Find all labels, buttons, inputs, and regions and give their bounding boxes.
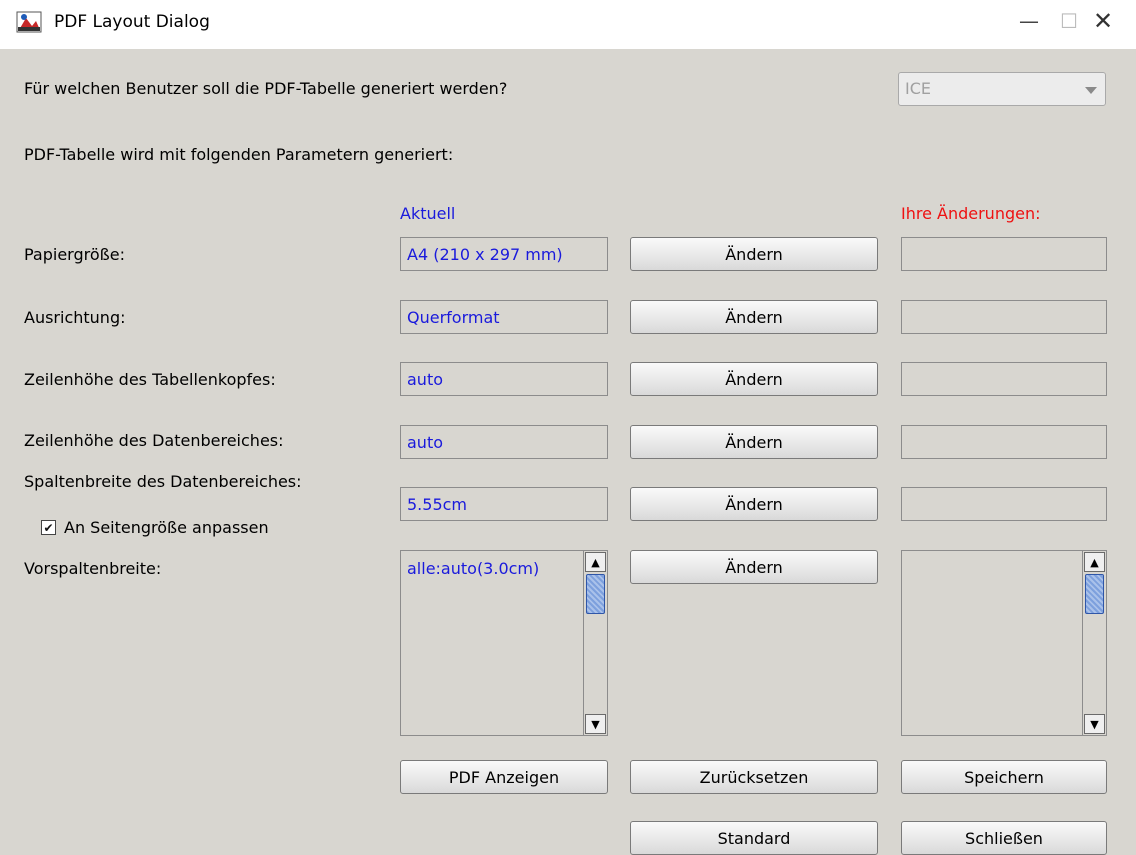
user-select[interactable]: ICE xyxy=(898,72,1106,106)
scroll-down-icon[interactable]: ▼ xyxy=(585,714,606,734)
default-button[interactable]: Standard xyxy=(630,821,878,855)
user-question-label: Für welchen Benutzer soll die PDF-Tabell… xyxy=(24,79,508,98)
stub-column-width-current: alle:auto(3.0cm) xyxy=(407,559,540,578)
header-row-height-label: Zeilenhöhe des Tabellenkopfes: xyxy=(24,370,276,389)
change-orientation-button[interactable]: Ändern xyxy=(630,300,878,334)
save-button[interactable]: Speichern xyxy=(901,760,1107,794)
params-heading: PDF-Tabelle wird mit folgenden Parameter… xyxy=(24,145,454,164)
stub-column-width-current-list[interactable]: alle:auto(3.0cm) ▲ ▼ xyxy=(400,550,608,736)
change-header-row-height-button[interactable]: Ändern xyxy=(630,362,878,396)
scroll-up-icon[interactable]: ▲ xyxy=(1084,552,1105,572)
stub-column-width-change-list[interactable]: ▲ ▼ xyxy=(901,550,1107,736)
header-row-height-current: auto xyxy=(400,362,608,396)
show-pdf-button[interactable]: PDF Anzeigen xyxy=(400,760,608,794)
java-app-icon xyxy=(16,11,42,33)
reset-button[interactable]: Zurücksetzen xyxy=(630,760,878,794)
orientation-change xyxy=(901,300,1107,334)
changes-column-header: Ihre Änderungen: xyxy=(901,204,1041,223)
header-row-height-change xyxy=(901,362,1107,396)
scroll-up-icon[interactable]: ▲ xyxy=(585,552,606,572)
paper-size-change xyxy=(901,237,1107,271)
column-width-change xyxy=(901,487,1107,521)
orientation-label: Ausrichtung: xyxy=(24,308,126,327)
data-row-height-change xyxy=(901,425,1107,459)
paper-size-label: Papiergröße: xyxy=(24,245,125,264)
scroll-thumb[interactable] xyxy=(586,574,605,614)
vertical-scrollbar[interactable]: ▲ ▼ xyxy=(583,551,607,735)
column-width-current: 5.55cm xyxy=(400,487,608,521)
stub-column-width-label: Vorspaltenbreite: xyxy=(24,559,162,578)
fit-page-checkbox[interactable]: ✔ xyxy=(41,520,56,535)
close-button[interactable]: Schließen xyxy=(901,821,1107,855)
change-stub-column-width-button[interactable]: Ändern xyxy=(630,550,878,584)
dialog-content: Für welchen Benutzer soll die PDF-Tabell… xyxy=(0,49,1136,855)
title-bar: PDF Layout Dialog — ☐ ✕ xyxy=(0,0,1136,49)
user-select-value: ICE xyxy=(905,79,931,98)
window-title: PDF Layout Dialog xyxy=(54,12,210,32)
close-window-button[interactable]: ✕ xyxy=(1076,0,1130,42)
change-paper-size-button[interactable]: Ändern xyxy=(630,237,878,271)
fit-page-checkbox-label[interactable]: An Seitengröße anpassen xyxy=(64,518,269,537)
data-row-height-current: auto xyxy=(400,425,608,459)
chevron-down-icon xyxy=(1085,87,1097,94)
current-column-header: Aktuell xyxy=(400,204,456,223)
data-row-height-label: Zeilenhöhe des Datenbereiches: xyxy=(24,431,284,450)
scroll-down-icon[interactable]: ▼ xyxy=(1084,714,1105,734)
change-data-row-height-button[interactable]: Ändern xyxy=(630,425,878,459)
change-column-width-button[interactable]: Ändern xyxy=(630,487,878,521)
column-width-label: Spaltenbreite des Datenbereiches: xyxy=(24,472,302,491)
paper-size-current: A4 (210 x 297 mm) xyxy=(400,237,608,271)
scroll-thumb[interactable] xyxy=(1085,574,1104,614)
vertical-scrollbar[interactable]: ▲ ▼ xyxy=(1082,551,1106,735)
orientation-current: Querformat xyxy=(400,300,608,334)
